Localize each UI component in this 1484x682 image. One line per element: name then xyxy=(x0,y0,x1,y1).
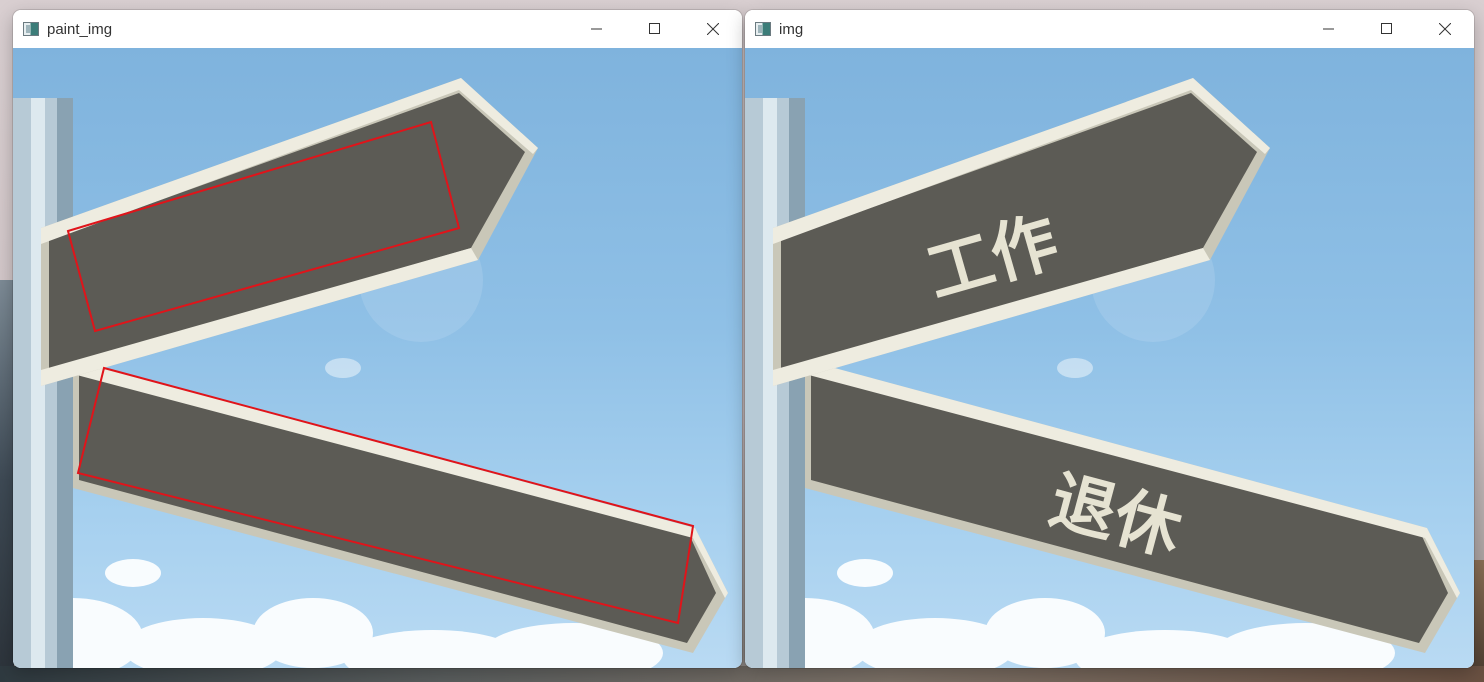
sign-top xyxy=(41,78,538,386)
maximize-button[interactable] xyxy=(1358,10,1416,48)
minimize-button[interactable] xyxy=(1300,10,1358,48)
maximize-icon xyxy=(649,23,660,34)
window-paint-img[interactable]: paint_img xyxy=(13,10,742,668)
image-canvas xyxy=(13,48,742,668)
titlebar[interactable]: paint_img xyxy=(13,10,742,48)
window-img[interactable]: img 工作 退休 xyxy=(745,10,1474,668)
signpost-image xyxy=(13,78,728,668)
desktop-background-left xyxy=(0,280,14,682)
maximize-icon xyxy=(1381,23,1392,34)
signpost-image: 工作 退休 xyxy=(745,78,1460,668)
maximize-button[interactable] xyxy=(626,10,684,48)
window-title: img xyxy=(779,20,804,38)
window-title: paint_img xyxy=(47,20,113,38)
window-controls xyxy=(1300,10,1474,48)
window-controls xyxy=(568,10,742,48)
app-icon xyxy=(23,22,39,36)
close-icon xyxy=(707,23,719,35)
close-button[interactable] xyxy=(1416,10,1474,48)
close-button[interactable] xyxy=(684,10,742,48)
sign-bottom xyxy=(73,360,728,653)
desktop-background-bottom xyxy=(0,666,1484,682)
minimize-button[interactable] xyxy=(568,10,626,48)
titlebar[interactable]: img xyxy=(745,10,1474,48)
minimize-icon xyxy=(591,28,602,30)
close-icon xyxy=(1439,23,1451,35)
minimize-icon xyxy=(1323,28,1334,30)
app-icon xyxy=(755,22,771,36)
image-canvas: 工作 退休 xyxy=(745,48,1474,668)
